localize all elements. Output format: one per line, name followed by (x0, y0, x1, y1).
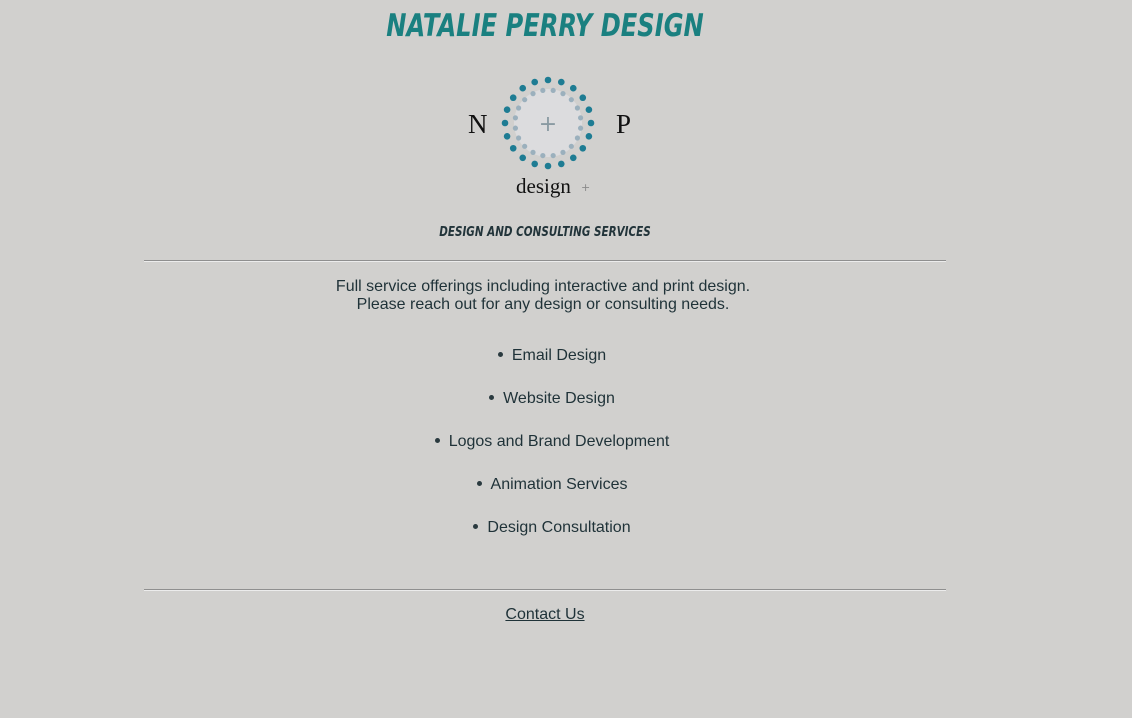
logo-dot (557, 78, 565, 86)
logo-dot (516, 135, 522, 141)
logo-dot (568, 143, 574, 149)
logo-dot (512, 115, 519, 121)
logo-dot (574, 105, 580, 111)
logo-dot (585, 132, 593, 140)
logo-dot (568, 97, 574, 103)
logo-dot (519, 154, 527, 162)
logo-wordmark-plus-icon: + (581, 181, 590, 194)
bullet-icon (476, 481, 482, 487)
site-title: NATALIE PERRY DESIGN (386, 8, 704, 44)
logo-dot (560, 91, 566, 97)
brand-logo: N P + design + (452, 74, 642, 204)
logo-dot (587, 119, 595, 127)
tagline: DESIGN AND CONSULTING SERVICES (439, 225, 651, 240)
logo-dot (512, 125, 519, 131)
logo-dot (557, 160, 565, 168)
logo-dot (569, 154, 577, 162)
logo-graphic: N P + design + (468, 76, 631, 198)
logo-dot (544, 162, 552, 170)
logo-dot (531, 78, 539, 86)
logo-dot (550, 87, 556, 94)
logo-dot (585, 106, 593, 114)
logo-dot (540, 152, 546, 159)
logo-dot (569, 84, 577, 92)
bullet-icon (473, 524, 479, 530)
service-label: Website Design (503, 390, 615, 407)
logo-dot (519, 84, 527, 92)
logo-dot (522, 97, 528, 103)
logo-dot (544, 76, 552, 84)
bullet-icon (434, 438, 440, 444)
logo-dot (531, 160, 539, 168)
divider-top (144, 260, 946, 262)
logo-dot (522, 143, 528, 149)
bullet-icon (497, 352, 503, 358)
logo-dot (579, 144, 587, 152)
contact-us-link[interactable]: Contact Us (505, 606, 584, 623)
page: NATALIE PERRY DESIGN N P + design + DESI… (0, 0, 1132, 718)
logo-dot (501, 119, 509, 127)
logo-plus-icon: + (539, 112, 557, 137)
list-item: Design Consultation (0, 518, 1104, 561)
list-item: Animation Services (0, 475, 1104, 518)
list-item: Logos and Brand Development (0, 432, 1104, 475)
logo-dot (503, 106, 511, 114)
logo-dot (509, 144, 517, 152)
list-item: Website Design (0, 389, 1104, 432)
service-label: Design Consultation (487, 519, 631, 536)
logo-dot (540, 87, 546, 94)
logo-dot (577, 125, 584, 131)
logo-dot (503, 132, 511, 140)
intro-line-1: Full service offerings including interac… (335, 278, 751, 295)
logo-letter-n: N (468, 109, 488, 139)
logo-dot (530, 149, 536, 155)
list-item: Email Design (0, 346, 1104, 389)
logo-dot (516, 105, 522, 111)
logo-dot (560, 149, 566, 155)
bullet-icon (489, 395, 495, 401)
logo-dot (579, 94, 587, 102)
logo-dot (577, 115, 584, 121)
services-list: Email Design Website Design Logos and Br… (0, 346, 1104, 561)
logo-letter-p: P (616, 109, 631, 139)
divider-bottom (144, 589, 946, 591)
service-label: Email Design (511, 347, 607, 364)
intro-text: Full service offerings including interac… (0, 278, 1086, 314)
intro-line-2: Please reach out for any design or consu… (356, 296, 730, 313)
contact-section: Contact Us (0, 606, 1090, 624)
service-label: Logos and Brand Development (448, 433, 670, 450)
logo-wordmark: design (516, 174, 571, 198)
logo-dot (550, 152, 556, 159)
logo-dot (574, 135, 580, 141)
logo-dot (530, 91, 536, 97)
service-label: Animation Services (490, 476, 628, 493)
logo-dot (509, 94, 517, 102)
